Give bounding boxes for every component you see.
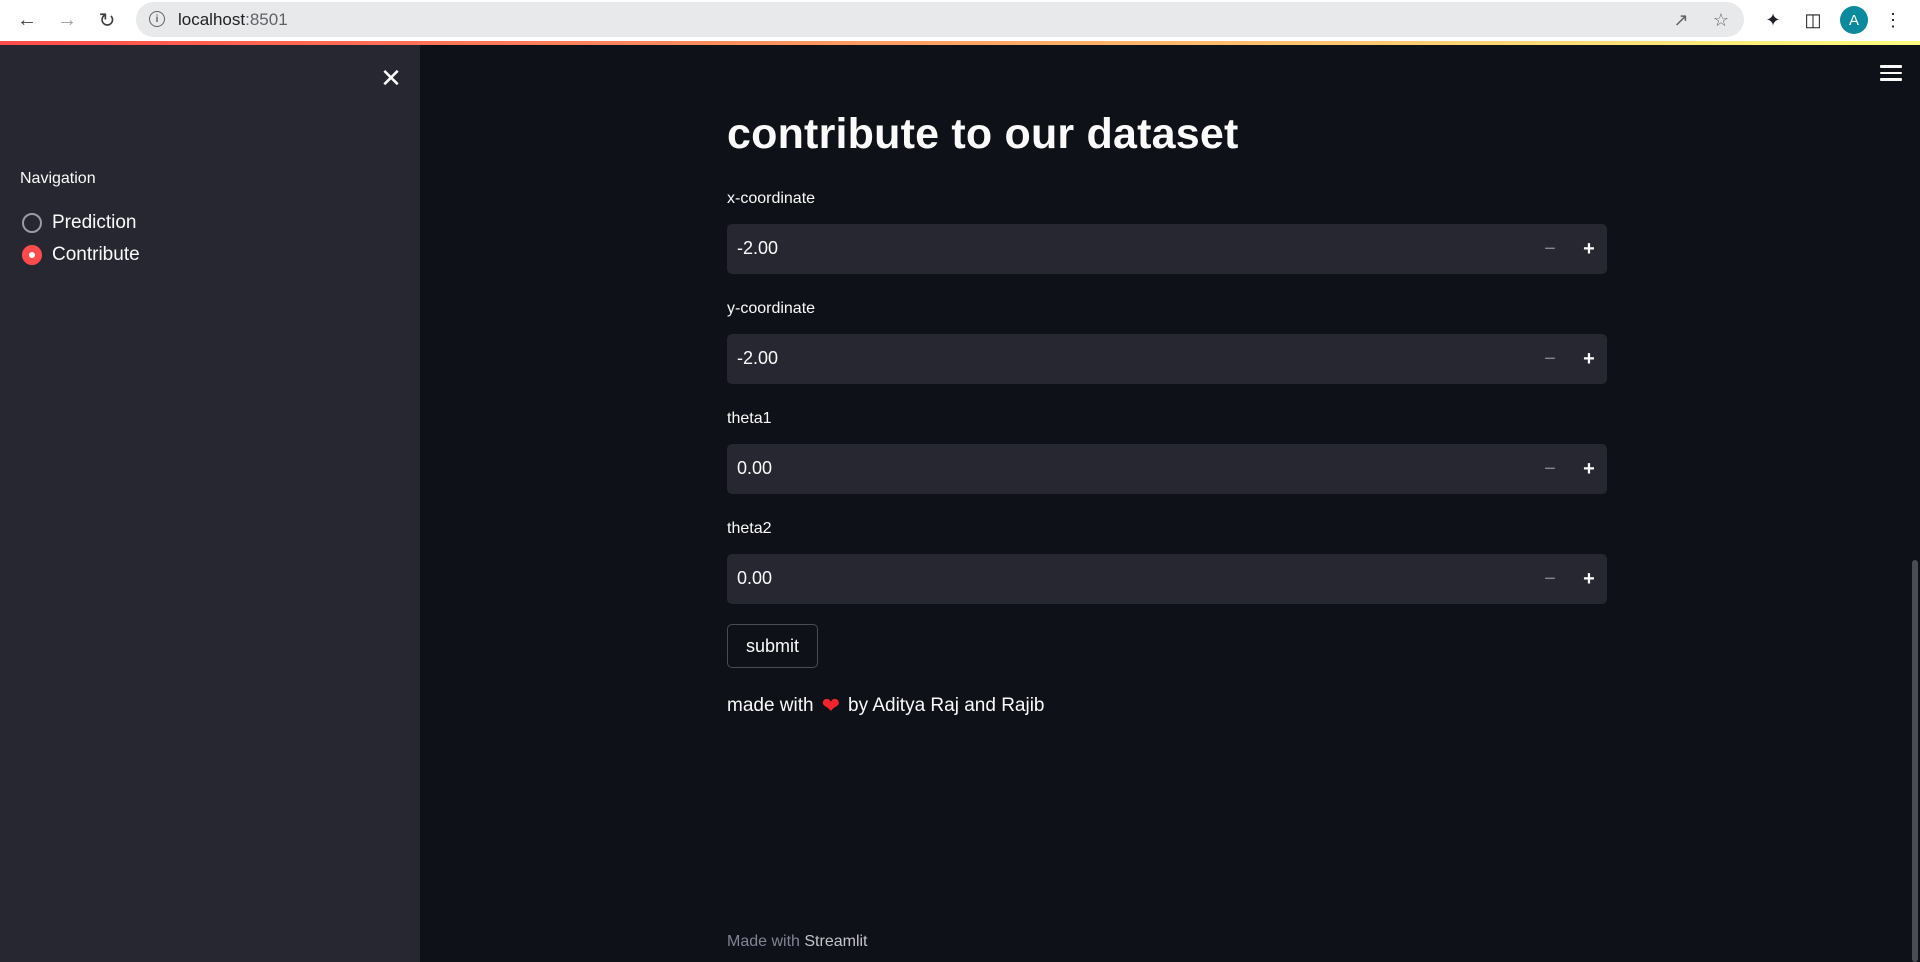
theta1-label: theta1: [727, 410, 772, 427]
y-coordinate-label: y-coordinate: [727, 300, 816, 317]
radio-option-contribute[interactable]: Contribute: [22, 244, 140, 266]
increment-icon[interactable]: +: [1574, 234, 1604, 264]
input-value[interactable]: 0.00: [737, 568, 772, 589]
forward-arrow-icon[interactable]: →: [54, 7, 80, 33]
more-menu-icon[interactable]: ⋮: [1880, 7, 1906, 33]
page-title: contribute to our dataset: [727, 110, 1239, 158]
url-text[interactable]: localhost:8501: [178, 10, 288, 30]
increment-icon[interactable]: +: [1574, 564, 1604, 594]
submit-button[interactable]: submit: [727, 624, 818, 668]
streamlit-footer: Made with Streamlit: [727, 933, 868, 951]
radio-circle-selected[interactable]: [22, 245, 42, 265]
url-host: localhost: [178, 10, 246, 29]
increment-icon[interactable]: +: [1574, 344, 1604, 374]
scrollbar[interactable]: [1912, 560, 1918, 962]
url-port: :8501: [245, 10, 288, 29]
theta1-input[interactable]: 0.00 − +: [727, 444, 1607, 494]
radio-label: Contribute: [52, 244, 140, 265]
share-icon[interactable]: ↗: [1670, 9, 1692, 31]
browser-toolbar: ← → ↻ i localhost:8501 ↗ ☆ ✦ ◫ A ⋮: [0, 0, 1920, 41]
radio-label: Prediction: [52, 212, 137, 233]
reload-icon[interactable]: ↻: [94, 7, 120, 33]
address-bar[interactable]: i localhost:8501 ↗ ☆: [136, 2, 1744, 37]
input-value[interactable]: -2.00: [737, 238, 778, 259]
credit-suffix: by Aditya Raj and Rajib: [848, 695, 1045, 716]
decrement-icon[interactable]: −: [1535, 234, 1565, 264]
credits-text: made with ❤ by Aditya Raj and Rajib: [727, 693, 1045, 719]
close-sidebar-icon[interactable]: ✕: [376, 63, 406, 93]
navigation-heading: Navigation: [20, 170, 96, 187]
radio-circle[interactable]: [22, 213, 42, 233]
x-coordinate-label: x-coordinate: [727, 190, 816, 207]
back-arrow-icon[interactable]: ←: [14, 7, 40, 33]
profile-avatar[interactable]: A: [1840, 6, 1868, 34]
x-coordinate-input[interactable]: -2.00 − +: [727, 224, 1607, 274]
extensions-puzzle-icon[interactable]: ✦: [1760, 7, 1786, 33]
heart-icon: ❤: [821, 693, 841, 718]
credit-prefix: made with: [727, 695, 814, 716]
decrement-icon[interactable]: −: [1535, 454, 1565, 484]
theta2-input[interactable]: 0.00 − +: [727, 554, 1607, 604]
radio-option-prediction[interactable]: Prediction: [22, 212, 137, 234]
decrement-icon[interactable]: −: [1535, 564, 1565, 594]
decrement-icon[interactable]: −: [1535, 344, 1565, 374]
footer-prefix: Made with: [727, 933, 805, 950]
main-menu-icon[interactable]: [1880, 65, 1902, 83]
bookmark-star-icon[interactable]: ☆: [1710, 9, 1732, 31]
increment-icon[interactable]: +: [1574, 454, 1604, 484]
sidebar: ✕ Navigation Prediction Contribute: [0, 45, 420, 962]
theta2-label: theta2: [727, 520, 772, 537]
site-info-icon[interactable]: i: [149, 11, 165, 27]
side-panel-icon[interactable]: ◫: [1800, 7, 1826, 33]
streamlit-link[interactable]: Streamlit: [804, 933, 867, 950]
input-value[interactable]: 0.00: [737, 458, 772, 479]
y-coordinate-input[interactable]: -2.00 − +: [727, 334, 1607, 384]
input-value[interactable]: -2.00: [737, 348, 778, 369]
